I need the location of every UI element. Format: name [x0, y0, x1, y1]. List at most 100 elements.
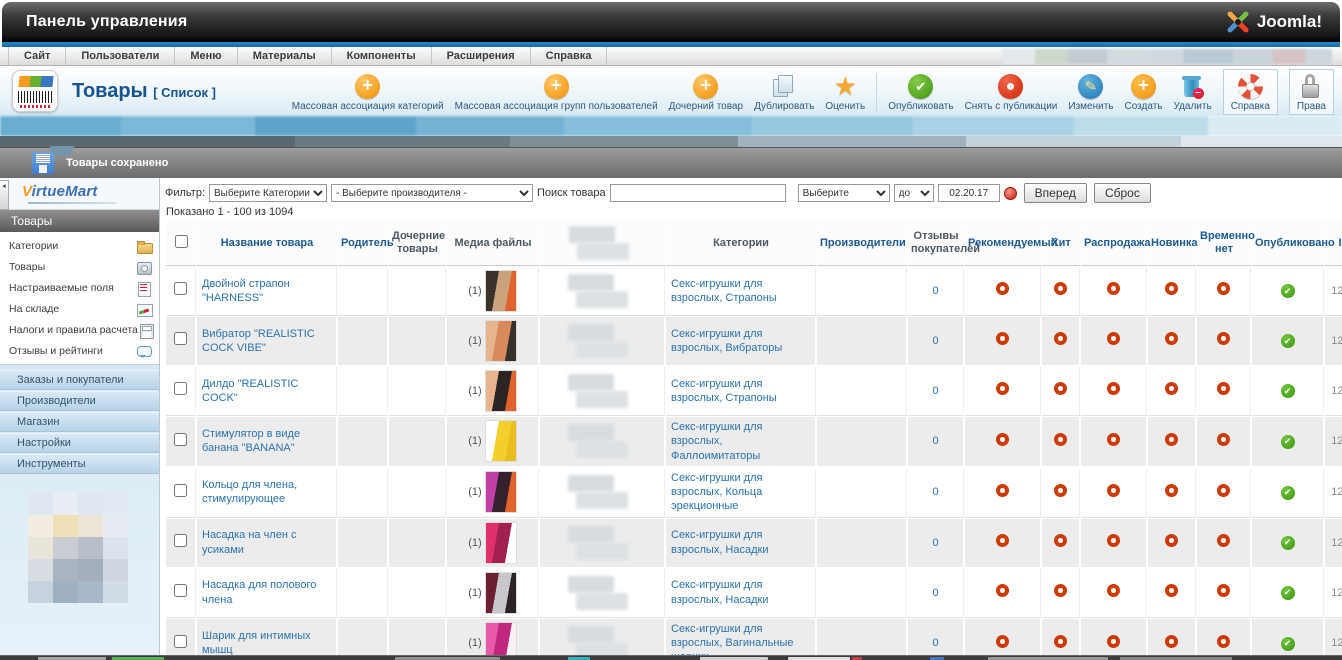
status-off-icon[interactable] [996, 332, 1009, 346]
category-links[interactable]: Секс-игрушки для взрослых, Фаллоимитатор… [671, 421, 762, 462]
product-name-link[interactable]: Дилдо "REALISTIC COCK" [202, 378, 298, 404]
menubar-item[interactable]: Справка [531, 47, 608, 65]
row-checkbox[interactable] [174, 282, 187, 296]
status-off-icon[interactable] [1165, 584, 1178, 598]
published-icon[interactable]: ✔ [1280, 636, 1295, 651]
status-off-icon[interactable] [1165, 483, 1178, 497]
date-input[interactable] [937, 184, 1000, 202]
toolbar-publish-button[interactable]: ✔ Опубликовать [888, 73, 954, 112]
status-off-icon[interactable] [996, 382, 1009, 396]
row-checkbox[interactable] [174, 584, 187, 598]
menubar-item[interactable]: Сайт [8, 47, 67, 65]
menubar-item[interactable]: Пользователи [66, 47, 176, 65]
status-off-icon[interactable] [1217, 483, 1230, 497]
status-off-icon[interactable] [1107, 282, 1120, 296]
status-off-icon[interactable] [1107, 432, 1120, 446]
status-off-icon[interactable] [996, 282, 1009, 296]
category-links[interactable]: Секс-игрушки для взрослых, Насадки [671, 579, 769, 605]
select-all-checkbox[interactable] [174, 234, 188, 248]
status-off-icon[interactable] [1217, 584, 1230, 598]
status-off-icon[interactable] [1217, 634, 1230, 648]
published-icon[interactable]: ✔ [1280, 434, 1295, 449]
product-name-link[interactable]: Двойной страпон "HARNESS" [202, 278, 290, 304]
product-name-link[interactable]: Кольцо для члена, стимулирующее [202, 479, 297, 505]
forward-button[interactable]: Вперед [1023, 183, 1087, 203]
status-off-icon[interactable] [996, 483, 1009, 497]
toolbar-new-button[interactable]: + Создать [1124, 73, 1163, 112]
reviews-count[interactable]: 0 [932, 486, 938, 498]
product-thumbnail[interactable] [484, 320, 517, 362]
product-thumbnail[interactable] [484, 622, 517, 656]
status-off-icon[interactable] [996, 584, 1009, 598]
status-off-icon[interactable] [1107, 483, 1120, 497]
manufacturer-filter-select[interactable]: - Выберите производителя - [331, 184, 534, 202]
column-header[interactable]: Распродажа [1081, 221, 1151, 266]
status-off-icon[interactable] [1165, 382, 1178, 396]
status-off-icon[interactable] [1217, 282, 1230, 296]
row-checkbox[interactable] [174, 634, 187, 648]
sidebar-section[interactable]: Заказы и покупатели [0, 370, 159, 390]
product-thumbnail[interactable] [484, 471, 517, 514]
published-icon[interactable]: ✔ [1280, 586, 1295, 601]
status-off-icon[interactable] [1165, 634, 1178, 648]
reviews-count[interactable]: 0 [932, 537, 938, 549]
status-off-icon[interactable] [1165, 432, 1178, 446]
category-links[interactable]: Секс-игрушки для взрослых, Страпоны [671, 378, 777, 404]
status-off-icon[interactable] [1054, 282, 1067, 296]
toolbar-lock-button[interactable]: Права [1288, 69, 1334, 115]
status-off-icon[interactable] [1107, 382, 1120, 396]
reviews-count[interactable]: 0 [932, 285, 938, 297]
row-checkbox[interactable] [174, 382, 187, 396]
sidebar-item[interactable]: Налоги и правила расчета [0, 319, 159, 340]
sidebar-section[interactable]: Инструменты [0, 454, 159, 474]
menubar-item[interactable]: Материалы [238, 47, 332, 65]
sidebar-item[interactable]: Отзывы и рейтинги [0, 340, 159, 361]
toolbar-edit-button[interactable]: ✎ Изменить [1068, 73, 1113, 112]
toolbar-copy-button[interactable]: Дублировать [754, 73, 814, 112]
column-header[interactable]: Рекомендуемый [965, 221, 1057, 266]
product-name-link[interactable]: Насадка для полового члена [202, 579, 316, 605]
status-off-icon[interactable] [1217, 534, 1230, 548]
status-off-icon[interactable] [1054, 584, 1067, 598]
sidebar-collapse-handle[interactable]: ◂ [0, 180, 9, 210]
search-input[interactable] [609, 184, 786, 202]
product-thumbnail[interactable] [484, 270, 517, 312]
sidebar-section[interactable]: Настройки [0, 433, 159, 453]
published-icon[interactable]: ✔ [1280, 284, 1295, 299]
status-off-icon[interactable] [1217, 332, 1230, 346]
toolbar-help-button[interactable]: Справка [1222, 69, 1278, 115]
published-icon[interactable]: ✔ [1280, 485, 1295, 500]
published-icon[interactable]: ✔ [1280, 384, 1295, 399]
status-off-icon[interactable] [1165, 282, 1178, 296]
category-links[interactable]: Секс-игрушки для взрослых, Вагинальные ш… [671, 623, 794, 656]
status-off-icon[interactable] [996, 432, 1009, 446]
column-header[interactable]: Временно нет [1197, 221, 1255, 266]
product-thumbnail[interactable] [484, 420, 517, 463]
status-off-icon[interactable] [1107, 332, 1120, 346]
category-links[interactable]: Секс-игрушки для взрослых, Насадки [671, 529, 769, 555]
product-thumbnail[interactable] [484, 571, 517, 614]
menubar-item[interactable]: Расширения [432, 47, 531, 65]
toolbar-plus-circle-button[interactable]: + Массовая ассоциация групп пользователей [455, 73, 658, 112]
menubar-item[interactable]: Меню [175, 47, 238, 65]
sidebar-item[interactable]: Настраиваемые поля [0, 277, 159, 298]
status-off-icon[interactable] [1107, 634, 1120, 648]
column-header[interactable]: Производители [817, 221, 907, 266]
reviews-count[interactable]: 0 [932, 435, 938, 447]
column-header[interactable]: Новинка [1148, 221, 1197, 266]
category-links[interactable]: Секс-игрушки для взрослых, Кольца эрекци… [671, 472, 762, 513]
toolbar-delete-button[interactable]: – Удалить [1174, 73, 1212, 112]
published-icon[interactable]: ✔ [1280, 334, 1295, 349]
row-checkbox[interactable] [174, 432, 187, 446]
status-off-icon[interactable] [1165, 534, 1178, 548]
category-links[interactable]: Секс-игрушки для взрослых, Страпоны [671, 278, 777, 304]
date-type-select[interactable]: Выберите [797, 184, 890, 202]
toolbar-unpublish-button[interactable]: Снять с публикации [965, 73, 1057, 112]
status-off-icon[interactable] [1054, 432, 1067, 446]
category-filter-select[interactable]: Выберите Категории [209, 184, 328, 202]
status-off-icon[interactable] [1054, 534, 1067, 548]
product-name-link[interactable]: Вибратор "REALISTIC COCK VIBE" [202, 328, 315, 354]
status-off-icon[interactable] [1054, 634, 1067, 648]
status-off-icon[interactable] [1107, 584, 1120, 598]
product-thumbnail[interactable] [484, 370, 517, 412]
